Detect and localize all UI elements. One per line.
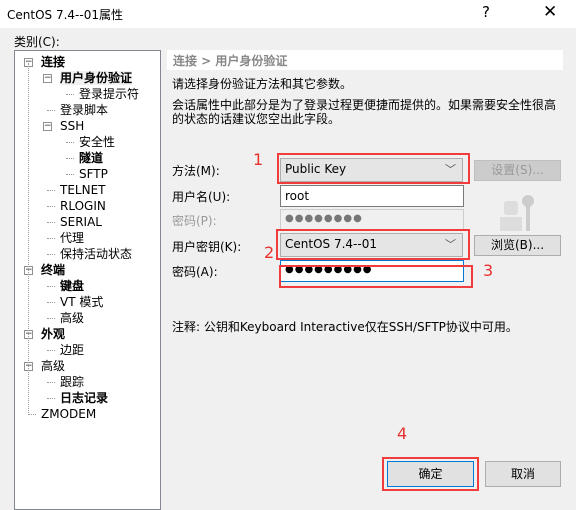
- tree-item-label: 连接: [41, 55, 66, 69]
- method-label: 方法(M):: [172, 164, 220, 178]
- tree-connector: [66, 158, 74, 159]
- annotation-box-4: [382, 457, 479, 491]
- browse-button[interactable]: 浏览(B)...: [474, 235, 561, 256]
- tree-connector: [47, 222, 55, 223]
- tree-connector: [47, 238, 55, 239]
- tree-item-label: SFTP: [79, 167, 108, 181]
- tree-item[interactable]: RLOGIN: [60, 199, 106, 213]
- tree-connector: [47, 206, 55, 207]
- tree-item-label: 高级: [60, 311, 85, 325]
- tree-item-label: 外观: [41, 327, 66, 341]
- tree-item[interactable]: 终端: [41, 263, 65, 277]
- tree-item[interactable]: 代理: [60, 231, 84, 245]
- username-label: 用户名(U):: [172, 190, 231, 204]
- annotation-number-1: 1: [253, 150, 264, 169]
- tree-connector: [47, 190, 55, 191]
- tree-item[interactable]: TELNET: [60, 183, 106, 197]
- annotation-box-2: [276, 229, 470, 260]
- tree-item[interactable]: 登录提示符: [79, 87, 139, 101]
- tree-connector: [66, 174, 74, 175]
- tree-item-label: 跟踪: [60, 375, 85, 389]
- annotation-box-1: [277, 153, 470, 184]
- tree-item[interactable]: VT 模式: [60, 295, 103, 309]
- tree-item-label: SERIAL: [60, 215, 102, 229]
- tree-item[interactable]: SSH: [60, 119, 84, 133]
- tree-item-label: 键盘: [60, 279, 85, 293]
- settings-button[interactable]: 设置(S)...: [474, 160, 561, 181]
- tree-item-label: 边距: [60, 343, 85, 357]
- tree-item-label: TELNET: [60, 183, 106, 197]
- description-line-1: 请选择身份验证方法和其它参数。: [172, 77, 353, 91]
- tree-connector: [66, 142, 74, 143]
- tree-connector: [47, 110, 55, 111]
- tree-item-label: 登录提示符: [79, 87, 140, 101]
- tree-item-label: 终端: [41, 263, 66, 277]
- tree-item[interactable]: 边距: [60, 343, 84, 357]
- tree-connector: [47, 318, 55, 319]
- tree-connector: [47, 382, 55, 383]
- tree-item-label: 代理: [60, 231, 85, 245]
- tree-item-label: 登录脚本: [60, 103, 109, 117]
- description-line-3: 的状态的话建议您空出此字段。: [172, 112, 341, 126]
- tree-connector: [66, 94, 74, 95]
- collapse-icon[interactable]: −: [43, 122, 52, 131]
- tree-item-label: ZMODEM: [41, 407, 97, 421]
- tree-item[interactable]: 键盘: [60, 279, 84, 293]
- tree-connector: [47, 286, 55, 287]
- tree-item[interactable]: 高级: [60, 311, 84, 325]
- passphrase-label: 密码(A):: [172, 265, 218, 279]
- tree-item[interactable]: 连接: [41, 55, 65, 69]
- tree-item-label: RLOGIN: [60, 199, 106, 213]
- username-input[interactable]: root: [280, 185, 464, 207]
- annotation-box-3: [279, 265, 473, 288]
- password-label: 密码(P):: [172, 214, 217, 228]
- tree-item-label: 隧道: [79, 151, 104, 165]
- tree-item[interactable]: 安全性: [79, 135, 115, 149]
- tree-connector: [28, 63, 29, 415]
- close-button[interactable]: ✕: [543, 2, 557, 22]
- tree-item-label: 日志记录: [60, 391, 109, 405]
- title-bar: CentOS 7.4--01属性 ? ✕: [0, 0, 576, 28]
- help-button[interactable]: ?: [482, 3, 490, 21]
- window-title: CentOS 7.4--01属性: [7, 8, 123, 22]
- tree-item-label: 安全性: [79, 135, 116, 149]
- tree-item[interactable]: ZMODEM: [41, 407, 96, 421]
- cancel-button[interactable]: 取消: [485, 461, 561, 487]
- tree-item-label: 保持活动状态: [60, 247, 133, 261]
- tree-item[interactable]: SFTP: [79, 167, 108, 181]
- tree-item[interactable]: 保持活动状态: [60, 247, 132, 261]
- tree-connector: [47, 398, 55, 399]
- annotation-number-2: 2: [264, 243, 275, 262]
- collapse-icon[interactable]: −: [43, 74, 52, 83]
- category-tree[interactable]: 连接 − 用户身份验证 − 登录提示符 登录脚本 SSH − 安全性 隧道 SFTP TELNET RL…: [14, 50, 161, 510]
- tree-item[interactable]: 高级: [41, 359, 65, 373]
- tree-item-label: SSH: [60, 119, 85, 133]
- note-text: 注释: 公钥和Keyboard Interactive仅在SSH/SFTP协议中…: [172, 320, 518, 334]
- tree-item[interactable]: SERIAL: [60, 215, 102, 229]
- tree-item[interactable]: 外观: [41, 327, 65, 341]
- tree-connector: [47, 302, 55, 303]
- tree-item-label: 高级: [41, 359, 66, 373]
- tree-connector: [28, 414, 36, 415]
- tree-item-label: VT 模式: [60, 295, 104, 309]
- user-key-icon: [500, 195, 540, 233]
- tree-item[interactable]: 用户身份验证: [60, 71, 133, 85]
- annotation-number-4: 4: [397, 424, 408, 443]
- tree-item[interactable]: 日志记录: [60, 391, 108, 405]
- tree-item-label: 用户身份验证: [60, 71, 133, 85]
- tree-item[interactable]: 登录脚本: [60, 103, 108, 117]
- category-label: 类别(C):: [14, 35, 60, 49]
- tree-connector: [47, 350, 55, 351]
- annotation-number-3: 3: [483, 261, 494, 280]
- password-input[interactable]: ●●●●●●●●: [280, 209, 464, 231]
- tree-item[interactable]: 隧道: [79, 151, 103, 165]
- tree-item[interactable]: 跟踪: [60, 375, 84, 389]
- tree-connector: [47, 254, 55, 255]
- panel-header: 连接 > 用户身份验证: [167, 50, 563, 70]
- userkey-label: 用户密钥(K):: [172, 240, 242, 254]
